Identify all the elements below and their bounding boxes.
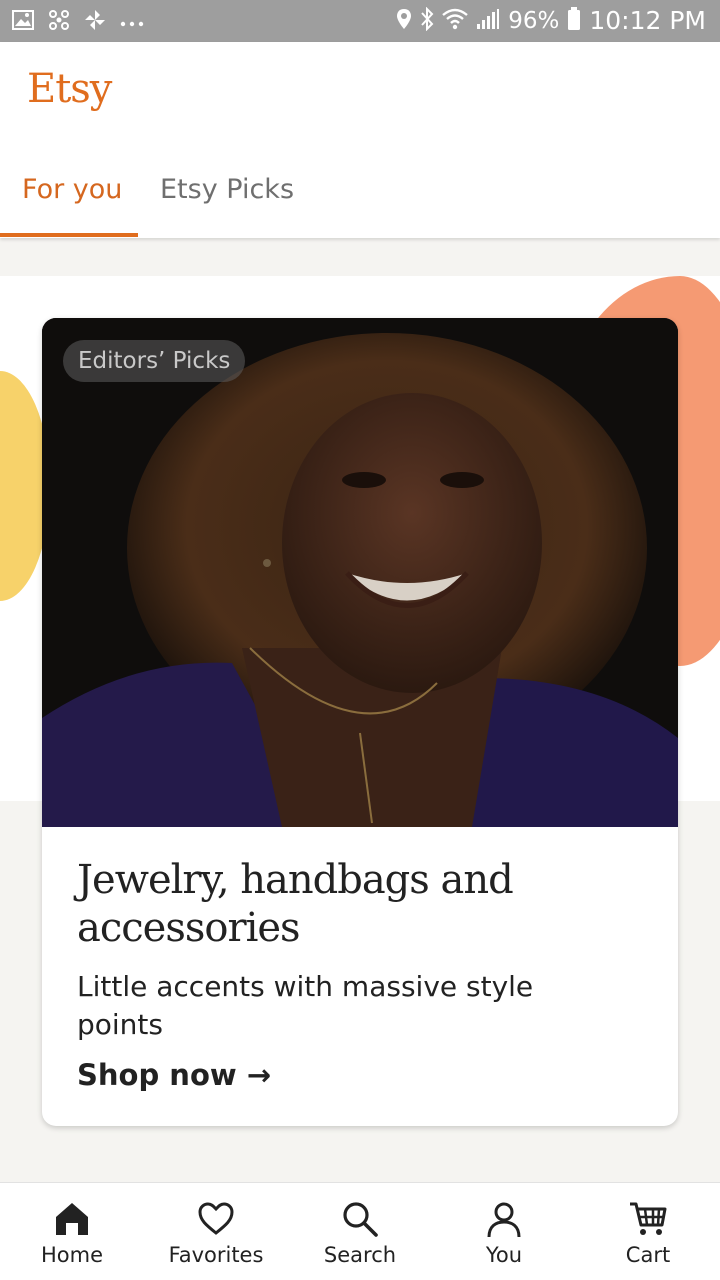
portrait-illustration	[42, 318, 678, 827]
nav-search[interactable]: Search	[288, 1183, 432, 1280]
featured-photo[interactable]: Editors’ Picks	[42, 318, 678, 827]
nav-home[interactable]: Home	[0, 1183, 144, 1280]
bottom-navigation: Home Favorites Search You Cart	[0, 1182, 720, 1280]
active-tab-indicator	[0, 233, 138, 237]
card-subtitle: Little accents with massive style points	[77, 970, 534, 1041]
nav-you[interactable]: You	[432, 1183, 576, 1280]
image-notification-icon	[12, 10, 34, 35]
battery-icon	[567, 7, 581, 35]
battery-percentage: 96%	[508, 8, 560, 34]
status-bar-system: 96% 10:12 PM	[396, 6, 706, 36]
tab-for-you[interactable]: For you	[22, 174, 122, 205]
nav-favorites-label: Favorites	[168, 1243, 264, 1267]
more-notifications-icon	[120, 14, 144, 32]
nav-favorites[interactable]: Favorites	[144, 1183, 288, 1280]
heart-icon	[196, 1199, 236, 1239]
card-title: Jewelry, handbags and accessories	[77, 857, 514, 951]
fan-notification-icon	[84, 9, 106, 36]
signal-icon	[476, 8, 500, 34]
app-header: Etsy For you Etsy Picks	[0, 42, 720, 238]
nav-cart-label: Cart	[625, 1243, 671, 1267]
search-icon	[340, 1199, 380, 1239]
location-icon	[396, 8, 412, 34]
clock: 10:12 PM	[589, 6, 706, 35]
editors-picks-badge: Editors’ Picks	[63, 340, 246, 382]
status-bar-notifications	[12, 9, 144, 36]
etsy-logo[interactable]: Etsy	[27, 66, 112, 112]
shop-now-link[interactable]: Shop now →	[77, 1058, 271, 1092]
nav-home-label: Home	[40, 1243, 103, 1267]
pinwheel-notification-icon	[48, 9, 70, 36]
featured-card[interactable]: Editors’ Picks Jewelry, handbags and acc…	[42, 318, 678, 1126]
tab-etsy-picks[interactable]: Etsy Picks	[160, 174, 294, 205]
wifi-icon	[442, 8, 469, 34]
nav-you-label: You	[485, 1243, 523, 1267]
status-bar: 96% 10:12 PM	[0, 0, 720, 42]
user-icon	[484, 1199, 524, 1239]
nav-cart[interactable]: Cart	[576, 1183, 720, 1280]
cart-icon	[628, 1199, 668, 1239]
home-icon	[52, 1199, 92, 1239]
nav-search-label: Search	[323, 1243, 397, 1267]
bluetooth-icon	[420, 6, 434, 35]
